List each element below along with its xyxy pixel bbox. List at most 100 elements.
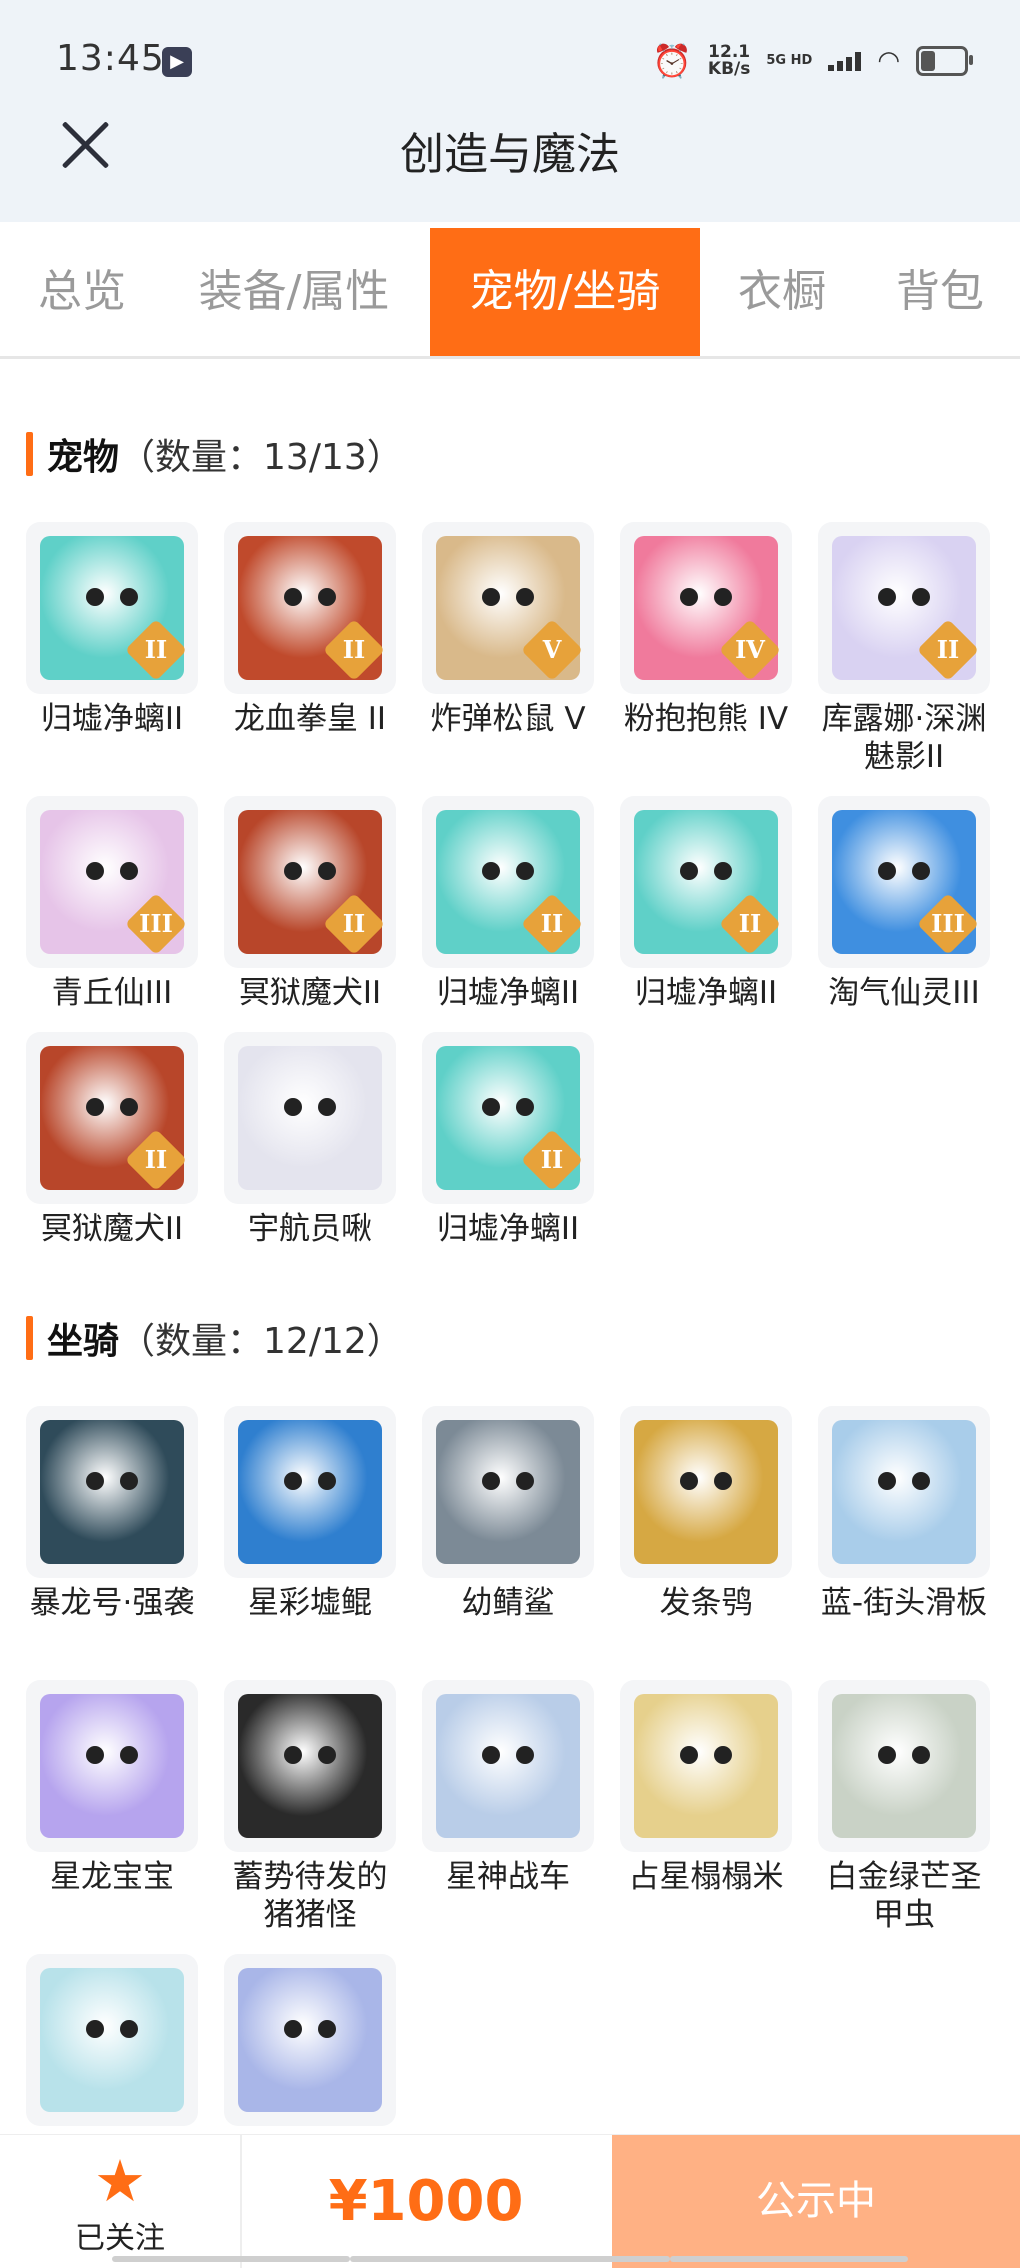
pet-item[interactable]: II 库露娜·深渊魅影II bbox=[818, 522, 990, 776]
mount-item[interactable]: 暴龙号·强袭 bbox=[26, 1406, 198, 1622]
eye bbox=[284, 1098, 302, 1116]
eye bbox=[878, 1746, 896, 1764]
pet-thumbnail: II bbox=[224, 522, 396, 694]
eye bbox=[120, 588, 138, 606]
pet-thumbnail: II bbox=[620, 796, 792, 968]
pet-name: 淘气仙灵III bbox=[828, 975, 980, 1011]
status-button[interactable]: 公示中 bbox=[612, 2135, 1020, 2268]
alarm-icon: ⏰ bbox=[652, 42, 692, 80]
app-notification-icon: ▶ bbox=[162, 47, 192, 77]
pet-item[interactable]: III 淘气仙灵III bbox=[818, 796, 990, 1012]
mount-item[interactable]: 蓄势待发的猪猪怪 bbox=[224, 1680, 396, 1934]
eye bbox=[516, 862, 534, 880]
follow-label: 已关注 bbox=[75, 2221, 165, 2256]
pet-item[interactable]: II 归墟净螭II bbox=[422, 796, 594, 1012]
tab-backpack[interactable]: 背包 bbox=[876, 228, 1004, 356]
mount-item[interactable]: 占星榻榻米 bbox=[620, 1680, 792, 1896]
mount-name: 暴龙号·强袭 bbox=[29, 1585, 195, 1621]
rank-badge-text: II bbox=[144, 635, 168, 664]
mount-name: 占星榻榻米 bbox=[628, 1859, 784, 1895]
mount-item[interactable]: 幼鲭鲨 bbox=[422, 1406, 594, 1622]
rank-badge-text: II bbox=[342, 909, 366, 938]
eye bbox=[516, 1098, 534, 1116]
section-accent bbox=[26, 432, 33, 476]
mount-item[interactable]: 发条鸮 bbox=[620, 1406, 792, 1622]
mount-image bbox=[238, 1694, 382, 1838]
eye bbox=[482, 588, 500, 606]
pet-name: 冥狱魔犬II bbox=[238, 975, 382, 1011]
pet-name: 青丘仙III bbox=[51, 975, 173, 1011]
rank-badge-text: II bbox=[936, 635, 960, 664]
pet-item[interactable]: III 青丘仙III bbox=[26, 796, 198, 1012]
mount-name: 星神战车 bbox=[446, 1859, 570, 1895]
eye bbox=[120, 1098, 138, 1116]
follow-button[interactable]: ★ 已关注 bbox=[0, 2135, 240, 2268]
pet-thumbnail: II bbox=[422, 1032, 594, 1204]
eye bbox=[912, 1472, 930, 1490]
eye bbox=[714, 588, 732, 606]
rank-badge-text: V bbox=[542, 635, 562, 664]
page-title: 创造与魔法 bbox=[400, 129, 620, 180]
eye bbox=[318, 1746, 336, 1764]
pet-item[interactable]: II 归墟净螭II bbox=[422, 1032, 594, 1248]
mount-image bbox=[40, 1694, 184, 1838]
tab-pets-mounts[interactable]: 宠物/坐骑 bbox=[430, 228, 700, 356]
mount-image bbox=[832, 1420, 976, 1564]
mount-thumbnail bbox=[224, 1406, 396, 1578]
mount-name: 发条鸮 bbox=[659, 1585, 753, 1621]
eye bbox=[482, 1472, 500, 1490]
pet-item[interactable]: II 冥狱魔犬II bbox=[26, 1032, 198, 1248]
mount-name: 白金绿芒圣甲虫 bbox=[826, 1859, 982, 1933]
pet-name: 归墟净螭II bbox=[436, 975, 580, 1011]
tab-wardrobe[interactable]: 衣橱 bbox=[718, 228, 846, 356]
pet-item[interactable]: II 归墟净螭II bbox=[620, 796, 792, 1012]
mount-thumbnail bbox=[620, 1406, 792, 1578]
rank-badge-text: III bbox=[931, 909, 965, 938]
eye bbox=[714, 1746, 732, 1764]
pet-item[interactable]: II 归墟净螭II bbox=[26, 522, 198, 738]
eye bbox=[516, 1472, 534, 1490]
eye bbox=[318, 588, 336, 606]
mount-thumbnail bbox=[26, 1406, 198, 1578]
mount-item[interactable]: 蓝-街头滑板 bbox=[818, 1406, 990, 1622]
tab-equipment[interactable]: 装备/属性 bbox=[178, 228, 410, 356]
pet-name: 粉抱抱熊 IV bbox=[623, 701, 789, 737]
eye bbox=[318, 862, 336, 880]
pet-item[interactable]: II 龙血拳皇 II bbox=[224, 522, 396, 738]
mount-name: 星彩墟鲲 bbox=[248, 1585, 372, 1621]
mount-image bbox=[832, 1694, 976, 1838]
net-speed-unit: KB/s bbox=[707, 59, 751, 79]
pet-thumbnail: V bbox=[422, 522, 594, 694]
mount-thumbnail bbox=[422, 1680, 594, 1852]
pet-item[interactable]: IV 粉抱抱熊 IV bbox=[620, 522, 792, 738]
section-count: （数量：12/12） bbox=[119, 1321, 403, 1362]
mount-image bbox=[634, 1694, 778, 1838]
eye bbox=[86, 2020, 104, 2038]
eye bbox=[318, 1098, 336, 1116]
pet-item[interactable]: 宇航员啾 bbox=[224, 1032, 396, 1248]
eye bbox=[86, 588, 104, 606]
pet-item[interactable]: V 炸弹松鼠 V bbox=[422, 522, 594, 738]
pet-item[interactable]: II 冥狱魔犬II bbox=[224, 796, 396, 1012]
pet-name: 库露娜·深渊魅影II bbox=[821, 701, 987, 775]
mount-item[interactable] bbox=[26, 1954, 198, 2132]
mount-item[interactable]: 星彩墟鲲 bbox=[224, 1406, 396, 1622]
mount-name: 幼鲭鲨 bbox=[461, 1585, 555, 1621]
mount-thumbnail bbox=[26, 1680, 198, 1852]
eye bbox=[912, 588, 930, 606]
pet-thumbnail: II bbox=[26, 522, 198, 694]
mount-name: 蓄势待发的猪猪怪 bbox=[232, 1859, 388, 1933]
eye bbox=[714, 1472, 732, 1490]
tab-overview[interactable]: 总览 bbox=[18, 228, 146, 356]
eye bbox=[318, 2020, 336, 2038]
pet-thumbnail: II bbox=[26, 1032, 198, 1204]
signal-icon bbox=[828, 51, 862, 71]
eye bbox=[482, 1746, 500, 1764]
mount-item[interactable]: 白金绿芒圣甲虫 bbox=[818, 1680, 990, 1934]
mount-thumbnail bbox=[620, 1680, 792, 1852]
pet-name: 归墟净螭II bbox=[40, 701, 184, 737]
mount-image bbox=[238, 1968, 382, 2112]
mount-item[interactable] bbox=[224, 1954, 396, 2132]
mount-item[interactable]: 星龙宝宝 bbox=[26, 1680, 198, 1896]
mount-item[interactable]: 星神战车 bbox=[422, 1680, 594, 1896]
